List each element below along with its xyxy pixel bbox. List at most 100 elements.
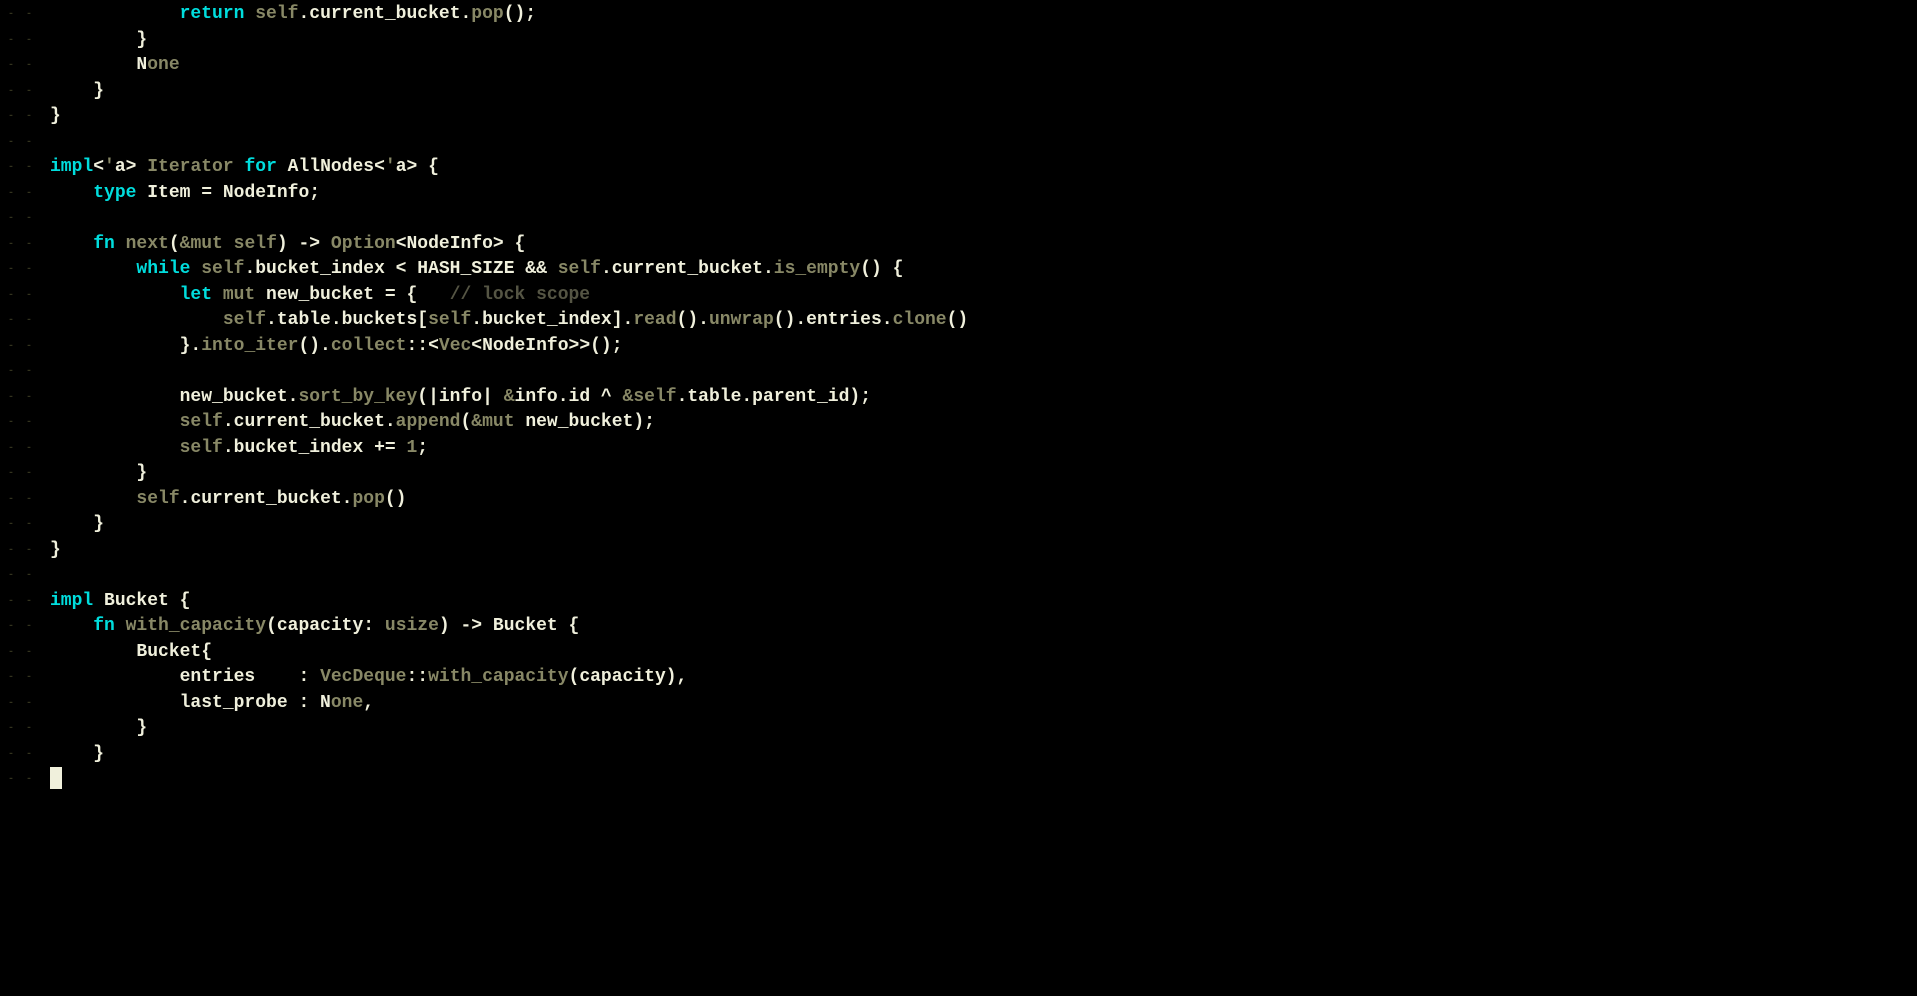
token-dim: &mut bbox=[471, 412, 514, 432]
gutter-line: - - bbox=[0, 181, 50, 207]
token-dim: self bbox=[558, 259, 601, 279]
code-line[interactable]: } bbox=[50, 104, 1917, 130]
code-line[interactable]: } bbox=[50, 512, 1917, 538]
token-id: (). bbox=[298, 336, 330, 356]
token-id: ) -> Bucket { bbox=[439, 616, 579, 636]
token-id: .current_bucket. bbox=[601, 259, 774, 279]
gutter-line: - - bbox=[0, 665, 50, 691]
token-dim: with_capacity bbox=[115, 616, 266, 636]
token-dim: one bbox=[147, 55, 179, 75]
code-line[interactable] bbox=[50, 206, 1917, 232]
code-line[interactable]: self.current_bucket.append(&mut new_buck… bbox=[50, 410, 1917, 436]
gutter-line: - - bbox=[0, 155, 50, 181]
token-dim: collect bbox=[331, 336, 407, 356]
token-id: } bbox=[93, 744, 104, 764]
token-id: info.id ^ bbox=[515, 387, 623, 407]
code-line[interactable]: None bbox=[50, 53, 1917, 79]
token-dim: next bbox=[115, 234, 169, 254]
token-dim: self bbox=[190, 259, 244, 279]
code-editor[interactable]: - -- -- -- -- -- -- -- -- -- -- -- -- --… bbox=[0, 0, 1917, 996]
token-id: }. bbox=[180, 336, 202, 356]
token-id: AllNodes< bbox=[277, 157, 385, 177]
token-id: a> bbox=[115, 157, 147, 177]
code-line[interactable] bbox=[50, 563, 1917, 589]
token-id: .bucket_index < HASH_SIZE && bbox=[244, 259, 557, 279]
code-line[interactable]: } bbox=[50, 742, 1917, 768]
code-line[interactable]: self.current_bucket.pop() bbox=[50, 487, 1917, 513]
code-area[interactable]: return self.current_bucket.pop(); } None… bbox=[50, 0, 1917, 996]
token-kw: let bbox=[180, 285, 212, 305]
code-line[interactable] bbox=[50, 767, 1917, 793]
gutter-line: - - bbox=[0, 334, 50, 360]
gutter-line: - - bbox=[0, 538, 50, 564]
code-line[interactable]: new_bucket.sort_by_key(|info| &info.id ^… bbox=[50, 385, 1917, 411]
gutter-line: - - bbox=[0, 359, 50, 385]
token-id: () bbox=[385, 489, 407, 509]
token-id: ( bbox=[460, 412, 471, 432]
gutter-line: - - bbox=[0, 257, 50, 283]
token-id: (); bbox=[504, 4, 536, 24]
token-dim: self bbox=[180, 438, 223, 458]
code-line[interactable]: last_probe : None, bbox=[50, 691, 1917, 717]
code-line[interactable]: let mut new_bucket = { // lock scope bbox=[50, 283, 1917, 309]
token-id: <NodeInfo>>(); bbox=[471, 336, 622, 356]
code-line[interactable]: self.table.buckets[self.bucket_index].re… bbox=[50, 308, 1917, 334]
token-kw: for bbox=[244, 157, 276, 177]
code-line[interactable]: while self.bucket_index < HASH_SIZE && s… bbox=[50, 257, 1917, 283]
token-id: Item = NodeInfo; bbox=[136, 183, 320, 203]
code-line[interactable]: impl<'a> Iterator for AllNodes<'a> { bbox=[50, 155, 1917, 181]
code-line[interactable]: } bbox=[50, 28, 1917, 54]
gutter-line: - - bbox=[0, 512, 50, 538]
code-line[interactable]: } bbox=[50, 538, 1917, 564]
token-id: ::< bbox=[406, 336, 438, 356]
code-line[interactable]: } bbox=[50, 79, 1917, 105]
token-dim: usize bbox=[385, 616, 439, 636]
token-kw: impl bbox=[50, 591, 93, 611]
code-line[interactable]: type Item = NodeInfo; bbox=[50, 181, 1917, 207]
code-line[interactable] bbox=[50, 359, 1917, 385]
token-dim: with_capacity bbox=[428, 667, 568, 687]
code-line[interactable]: } bbox=[50, 461, 1917, 487]
gutter-line: - - bbox=[0, 589, 50, 615]
token-id: } bbox=[50, 540, 61, 560]
gutter-line: - - bbox=[0, 716, 50, 742]
code-line[interactable]: fn next(&mut self) -> Option<NodeInfo> { bbox=[50, 232, 1917, 258]
token-dim: ' bbox=[104, 157, 115, 177]
token-kw: return bbox=[180, 4, 245, 24]
token-kw: while bbox=[136, 259, 190, 279]
code-line[interactable]: entries : VecDeque::with_capacity(capaci… bbox=[50, 665, 1917, 691]
token-id: Bucket { bbox=[93, 591, 190, 611]
gutter-line: - - bbox=[0, 691, 50, 717]
token-dim: self bbox=[223, 310, 266, 330]
code-line[interactable] bbox=[50, 130, 1917, 156]
token-kw: fn bbox=[93, 234, 115, 254]
token-id: .table.buckets[ bbox=[266, 310, 428, 330]
token-id: ().entries. bbox=[774, 310, 893, 330]
line-gutter: - -- -- -- -- -- -- -- -- -- -- -- -- --… bbox=[0, 0, 50, 996]
gutter-line: - - bbox=[0, 436, 50, 462]
code-line[interactable]: return self.current_bucket.pop(); bbox=[50, 2, 1917, 28]
token-id: (capacity: bbox=[266, 616, 385, 636]
code-line[interactable]: Bucket{ bbox=[50, 640, 1917, 666]
code-line[interactable]: fn with_capacity(capacity: usize) -> Buc… bbox=[50, 614, 1917, 640]
token-dim: pop bbox=[352, 489, 384, 509]
gutter-line: - - bbox=[0, 614, 50, 640]
code-line[interactable]: } bbox=[50, 716, 1917, 742]
token-id: last_probe : N bbox=[180, 693, 331, 713]
token-id: entries : bbox=[180, 667, 320, 687]
token-dim: & bbox=[504, 387, 515, 407]
token-dim: append bbox=[396, 412, 461, 432]
token-id: <NodeInfo> { bbox=[396, 234, 526, 254]
token-id: new_bucket); bbox=[515, 412, 655, 432]
code-line[interactable]: impl Bucket { bbox=[50, 589, 1917, 615]
token-kw: impl bbox=[50, 157, 93, 177]
token-dim: unwrap bbox=[709, 310, 774, 330]
token-dim: into_iter bbox=[201, 336, 298, 356]
token-dim: ' bbox=[385, 157, 396, 177]
token-dim: self bbox=[180, 412, 223, 432]
token-id: .current_bucket. bbox=[223, 412, 396, 432]
code-line[interactable]: self.bucket_index += 1; bbox=[50, 436, 1917, 462]
token-id: :: bbox=[406, 667, 428, 687]
gutter-line: - - bbox=[0, 410, 50, 436]
code-line[interactable]: }.into_iter().collect::<Vec<NodeInfo>>()… bbox=[50, 334, 1917, 360]
